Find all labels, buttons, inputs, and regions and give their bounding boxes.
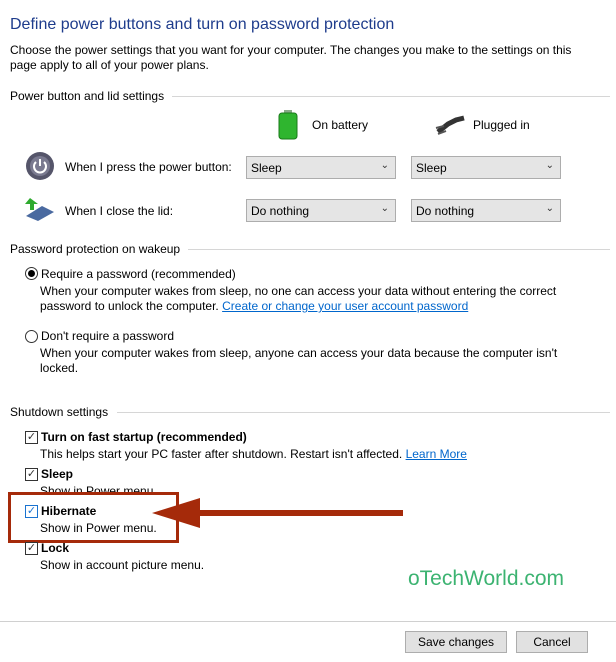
power-button-plugged-select[interactable]: Sleep ⌄ <box>411 156 561 179</box>
plug-icon <box>435 115 465 135</box>
lock-desc: Show in account picture menu. <box>40 558 205 572</box>
power-button-label: When I press the power button: <box>65 160 232 174</box>
plugged-in-label: Plugged in <box>473 118 530 132</box>
page-title: Define power buttons and turn on passwor… <box>10 16 395 33</box>
watermark: oTechWorld.com <box>408 567 565 590</box>
hibernate-desc: Show in Power menu. <box>40 521 157 535</box>
footer-divider <box>0 621 616 622</box>
select-value: Do nothing <box>416 204 475 218</box>
learn-more-link[interactable]: Learn More <box>406 447 467 461</box>
save-changes-button[interactable]: Save changes <box>405 631 507 653</box>
intro-text: Choose the power settings that you want … <box>10 43 572 72</box>
arrow-icon <box>152 498 403 528</box>
on-battery-label: On battery <box>312 118 369 132</box>
power-button-icon <box>26 152 54 180</box>
hibernate-label[interactable]: Hibernate <box>41 504 96 518</box>
divider <box>172 96 610 97</box>
fast-startup-desc: This helps start your PC faster after sh… <box>40 447 467 461</box>
fast-startup-checkbox[interactable]: ✓ <box>25 431 38 444</box>
shutdown-section-heading: Shutdown settings <box>10 405 109 419</box>
select-value: Sleep <box>251 161 282 175</box>
power-section-heading: Power button and lid settings <box>10 89 165 103</box>
chevron-down-icon: ⌄ <box>545 203 554 214</box>
require-password-radio[interactable] <box>25 267 38 280</box>
sleep-checkbox[interactable]: ✓ <box>25 468 38 481</box>
select-value: Do nothing <box>251 204 310 218</box>
laptop-lid-icon <box>25 198 54 221</box>
lid-plugged-select[interactable]: Do nothing ⌄ <box>411 199 561 222</box>
lid-battery-select[interactable]: Do nothing ⌄ <box>246 199 396 222</box>
dont-require-password-radio[interactable] <box>25 330 38 343</box>
fast-startup-label[interactable]: Turn on fast startup (recommended) <box>41 430 247 444</box>
require-password-label[interactable]: Require a password (recommended) <box>41 267 236 281</box>
select-value: Sleep <box>416 161 447 175</box>
desc-text: This helps start your PC faster after sh… <box>40 447 403 461</box>
password-section-heading: Password protection on wakeup <box>10 242 181 256</box>
change-password-link[interactable]: Create or change your user account passw… <box>222 299 468 313</box>
divider <box>188 249 610 250</box>
chevron-down-icon: ⌄ <box>380 203 389 214</box>
lock-checkbox[interactable]: ✓ <box>25 542 38 555</box>
dont-require-password-label[interactable]: Don't require a password <box>41 329 174 343</box>
battery-icon <box>278 110 298 140</box>
hibernate-checkbox[interactable]: ✓ <box>25 505 38 518</box>
dont-require-password-desc: When your computer wakes from sleep, any… <box>40 346 558 375</box>
lid-label: When I close the lid: <box>65 204 174 218</box>
cancel-button[interactable]: Cancel <box>516 631 588 653</box>
chevron-down-icon: ⌄ <box>545 160 554 171</box>
lock-label[interactable]: Lock <box>41 541 69 555</box>
divider <box>117 412 610 413</box>
require-password-desc: When your computer wakes from sleep, no … <box>40 284 580 314</box>
power-button-battery-select[interactable]: Sleep ⌄ <box>246 156 396 179</box>
sleep-label[interactable]: Sleep <box>41 467 73 481</box>
chevron-down-icon: ⌄ <box>380 160 389 171</box>
